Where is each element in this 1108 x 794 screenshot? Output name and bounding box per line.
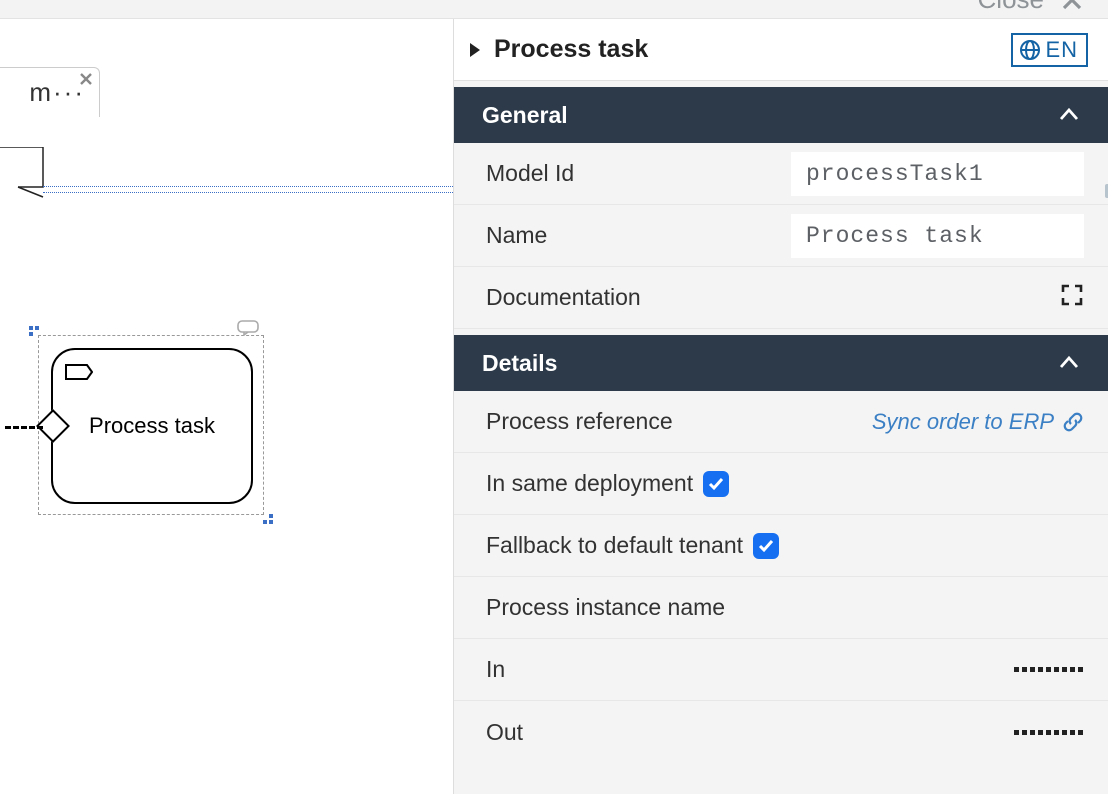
label-in: In bbox=[486, 656, 781, 683]
incoming-connector bbox=[5, 426, 43, 429]
language-selector[interactable]: EN bbox=[1011, 33, 1088, 67]
row-name: Name bbox=[454, 205, 1108, 267]
comment-icon[interactable] bbox=[237, 320, 259, 336]
tab-close-icon[interactable] bbox=[79, 72, 93, 86]
top-bar: Close bbox=[0, 0, 1108, 19]
close-button[interactable]: Close bbox=[978, 0, 1084, 15]
in-mappings-button[interactable] bbox=[1012, 666, 1084, 674]
language-code: EN bbox=[1045, 37, 1078, 63]
panel-header: Process task EN bbox=[454, 19, 1108, 81]
label-model-id: Model Id bbox=[486, 160, 781, 187]
label-fallback-tenant: Fallback to default tenant bbox=[486, 532, 743, 559]
canvas-area[interactable]: m··· Process task bbox=[0, 19, 453, 794]
expand-icon bbox=[1060, 283, 1084, 307]
row-process-instance-name: Process instance name bbox=[454, 577, 1108, 639]
row-in-same-deployment: In same deployment bbox=[454, 453, 1108, 515]
label-out: Out bbox=[486, 719, 781, 746]
globe-icon bbox=[1019, 39, 1041, 61]
editor-tab-label: m··· bbox=[29, 77, 85, 108]
row-documentation: Documentation bbox=[454, 267, 1108, 329]
section-header-details[interactable]: Details bbox=[454, 335, 1108, 391]
label-process-reference: Process reference bbox=[486, 408, 781, 435]
resize-handle-top-left[interactable] bbox=[29, 326, 38, 335]
close-icon bbox=[1060, 0, 1084, 12]
process-reference-value: Sync order to ERP bbox=[872, 409, 1054, 435]
resize-handle-bottom-right[interactable] bbox=[264, 515, 273, 524]
section-header-details-label: Details bbox=[482, 350, 557, 377]
input-model-id[interactable] bbox=[791, 152, 1084, 196]
editor-tab[interactable]: m··· bbox=[0, 67, 100, 117]
panel-title: Process task bbox=[494, 35, 1011, 64]
expand-documentation-button[interactable] bbox=[1060, 283, 1084, 313]
lane-border-corner-icon bbox=[0, 147, 50, 207]
check-icon bbox=[707, 475, 725, 493]
checkbox-fallback-tenant[interactable] bbox=[753, 533, 779, 559]
lane-separator bbox=[43, 186, 453, 187]
section-header-general[interactable]: General bbox=[454, 87, 1108, 143]
chevron-up-icon bbox=[1058, 104, 1080, 126]
row-out: Out bbox=[454, 701, 1108, 763]
process-task-type-icon bbox=[65, 362, 93, 382]
node-selection-box[interactable]: Process task bbox=[38, 335, 264, 515]
label-in-same-deployment: In same deployment bbox=[486, 470, 693, 497]
check-icon bbox=[757, 537, 775, 555]
out-mappings-button[interactable] bbox=[1012, 728, 1084, 736]
label-documentation: Documentation bbox=[486, 284, 781, 311]
lane-separator-2 bbox=[43, 192, 453, 193]
row-in: In bbox=[454, 639, 1108, 701]
row-process-reference: Process reference Sync order to ERP bbox=[454, 391, 1108, 453]
label-process-instance-name: Process instance name bbox=[486, 594, 781, 621]
process-reference-link[interactable]: Sync order to ERP bbox=[872, 409, 1084, 435]
properties-panel: Process task EN General Model Id Name Do… bbox=[453, 19, 1108, 794]
label-name: Name bbox=[486, 222, 781, 249]
row-model-id: Model Id bbox=[454, 143, 1108, 205]
input-name[interactable] bbox=[791, 214, 1084, 258]
link-icon bbox=[1062, 411, 1084, 433]
checkbox-in-same-deployment[interactable] bbox=[703, 471, 729, 497]
row-fallback-tenant: Fallback to default tenant bbox=[454, 515, 1108, 577]
chevron-up-icon bbox=[1058, 352, 1080, 374]
process-task-node[interactable]: Process task bbox=[51, 348, 253, 504]
close-label: Close bbox=[978, 0, 1044, 15]
panel-collapse-caret-icon[interactable] bbox=[466, 41, 484, 59]
process-task-node-label: Process task bbox=[89, 413, 215, 439]
section-header-general-label: General bbox=[482, 102, 568, 129]
